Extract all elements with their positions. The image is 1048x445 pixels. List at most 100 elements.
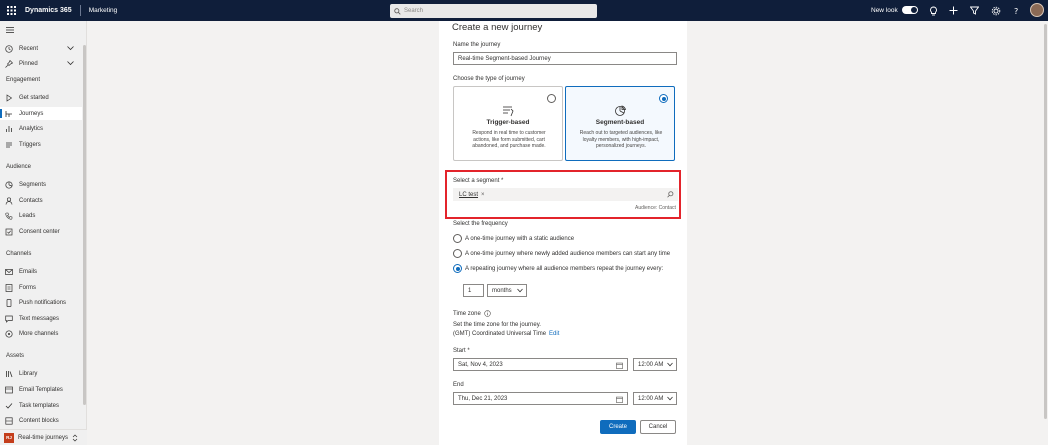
create-journey-panel: Create a new journey Name the journey Re… [439,21,687,445]
journey-name-value: Real-time Segment-based Journey [458,55,551,62]
radio-button[interactable] [453,264,462,273]
sidebar: Recent Pinned Engagement Get started Jou… [0,21,87,445]
pin-icon [5,59,13,68]
chevron-down-icon[interactable] [67,60,74,66]
info-icon[interactable] [484,310,491,317]
sidebar-item-recent[interactable]: Recent [0,42,82,55]
segment-based-radio[interactable] [659,94,668,103]
search-icon [394,7,401,15]
avatar[interactable] [1030,3,1044,17]
end-label: End [453,382,464,388]
sidebar-item-leads[interactable]: Leads [0,209,82,222]
sidebar-item-label: Recent [19,45,39,52]
divider [79,5,81,16]
area-badge: RJ [4,432,14,443]
sidebar-item-library[interactable]: Library [0,367,82,380]
sidebar-item-analytics[interactable]: Analytics [0,122,82,135]
frequency-option-label: A repeating journey where all audience m… [465,265,664,272]
end-date-input[interactable]: Thu, Dec 21, 2023 [453,392,628,405]
sidebar-item-label: Content blocks [19,417,59,424]
help-icon[interactable]: ? [1010,5,1021,16]
sidebar-scrollbar[interactable] [83,45,86,405]
search-placeholder: Search [404,8,424,14]
card-description: Reach out to targeted audiences, like lo… [579,130,663,149]
journey-name-label: Name the journey [453,42,501,48]
end-time-value: 12:00 AM [638,395,664,402]
nav-group-heading: Engagement [6,77,41,83]
cancel-button[interactable]: Cancel [640,420,676,434]
sidebar-item-label: More channels [19,330,59,337]
app-launcher-icon[interactable] [0,0,22,21]
trigger-based-radio[interactable] [547,94,556,103]
sidebar-item-text-messages[interactable]: Text messages [0,312,82,325]
radio-button[interactable] [453,249,462,258]
sidebar-item-segments[interactable]: Segments [0,178,82,191]
end-time-dropdown[interactable]: 12:00 AM [633,392,677,405]
page-scrollbar-thumb[interactable] [1044,24,1047,419]
area-switcher[interactable]: RJ Real-time journeys [0,429,87,445]
sidebar-item-emails[interactable]: Emails [0,265,82,278]
sidebar-item-triggers[interactable]: Triggers [0,138,82,151]
new-look-toggle[interactable]: New look [871,6,918,14]
timezone-value-row: (GMT) Coordinated Universal Time Edit [453,331,559,337]
frequency-option-repeating[interactable]: A repeating journey where all audience m… [453,264,663,273]
chevron-updown-icon [72,434,78,441]
sidebar-item-journeys[interactable]: Journeys [0,107,82,120]
timezone-label: Time zone [453,310,481,317]
create-button[interactable]: Create [600,420,636,434]
sidebar-item-label: Analytics [19,125,44,132]
task-icon [5,402,13,410]
chat-icon [5,315,13,323]
sidebar-item-pinned[interactable]: Pinned [0,57,82,70]
hamburger-icon[interactable] [6,27,14,35]
sidebar-item-label: Contacts [19,197,43,204]
start-date-input[interactable]: Sat, Nov 4, 2023 [453,358,628,371]
calendar-icon[interactable] [616,396,623,403]
sidebar-item-task-templates[interactable]: Task templates [0,399,82,412]
sidebar-item-email-templates[interactable]: Email Templates [0,383,82,396]
sidebar-item-label: Push notifications [19,299,67,306]
form-icon [5,283,13,292]
filter-icon[interactable] [969,5,980,16]
repeat-unit-dropdown[interactable]: months [487,284,527,297]
repeat-count-input[interactable]: 1 [463,284,484,297]
sidebar-item-consent-center[interactable]: Consent center [0,225,82,238]
journey-name-input[interactable]: Real-time Segment-based Journey [453,52,677,65]
sidebar-item-content-blocks[interactable]: Content blocks [0,414,82,427]
library-icon [5,370,13,378]
global-search-input[interactable]: Search [390,4,597,18]
sidebar-item-push-notifications[interactable]: Push notifications [0,296,82,309]
card-title: Trigger-based [486,119,530,126]
sidebar-item-contacts[interactable]: Contacts [0,194,82,207]
trigger-icon [5,141,13,149]
area-title: Marketing [88,7,118,14]
sidebar-item-label: Consent center [19,228,60,235]
lightbulb-icon[interactable] [928,5,939,16]
start-time-dropdown[interactable]: 12:00 AM [633,358,677,371]
timezone-value: (GMT) Coordinated Universal Time [453,331,547,337]
sidebar-item-forms[interactable]: Forms [0,281,82,294]
email-template-icon [5,386,13,394]
frequency-option-label: A one-time journey where newly added aud… [465,250,671,257]
gear-icon[interactable] [990,5,1001,16]
app-title[interactable]: Dynamics 365 [25,7,72,14]
frequency-option-static[interactable]: A one-time journey with a static audienc… [453,234,574,243]
timezone-edit-link[interactable]: Edit [549,331,559,337]
toggle-switch[interactable] [901,6,918,14]
segment-chip[interactable]: LC test × [456,190,488,199]
calendar-icon[interactable] [616,362,623,369]
radio-button[interactable] [453,234,462,243]
sidebar-item-more-channels[interactable]: More channels [0,327,82,340]
frequency-label: Select the frequency [453,221,508,227]
plus-icon[interactable] [948,5,959,16]
segment-label: Select a segment * [453,178,504,184]
frequency-option-dynamic[interactable]: A one-time journey where newly added aud… [453,249,670,258]
trigger-based-card[interactable]: Trigger-based Respond in real time to cu… [453,86,563,161]
segment-lookup-input[interactable]: LC test × [453,188,678,201]
remove-chip-icon[interactable]: × [481,192,485,198]
sidebar-item-get-started[interactable]: Get started [0,91,82,104]
search-icon[interactable] [667,191,674,198]
analytics-icon [5,125,13,133]
chevron-down-icon[interactable] [67,45,74,51]
segment-based-card[interactable]: Segment-based Reach out to targeted audi… [565,86,675,161]
